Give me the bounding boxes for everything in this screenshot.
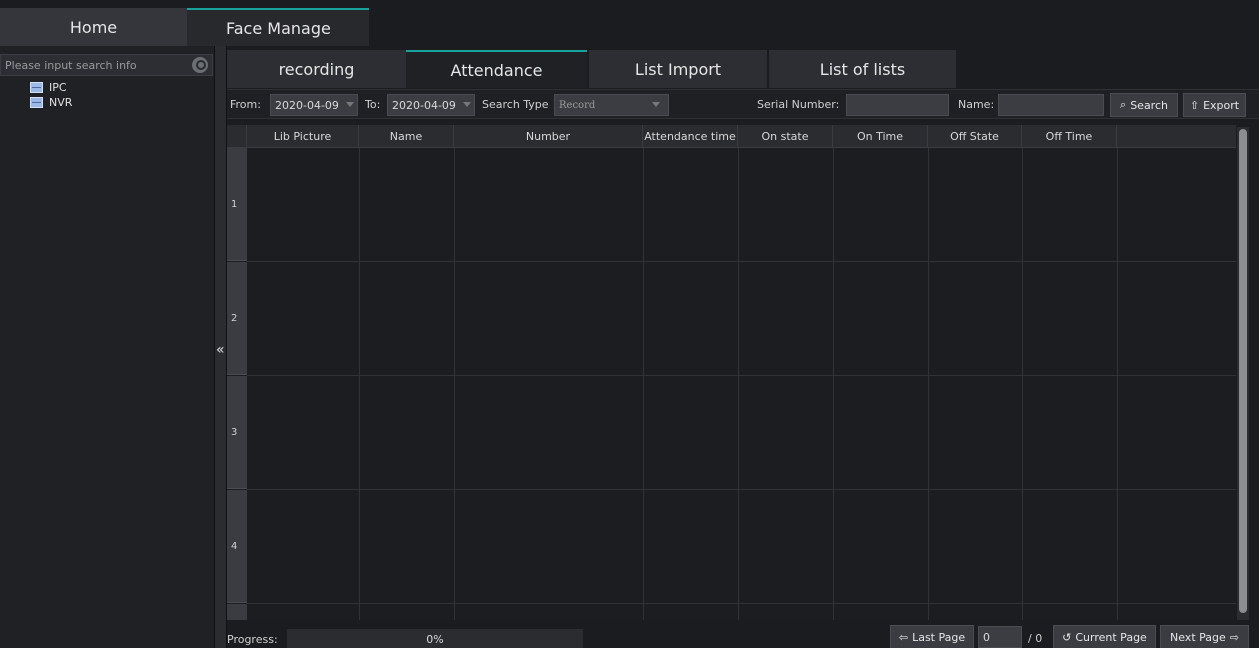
row-number-header (227, 125, 247, 147)
from-date-picker[interactable]: 2020-04-09 (270, 94, 358, 116)
row-divider (247, 603, 1236, 604)
chevron-down-icon (652, 102, 660, 107)
row-number[interactable]: 3 (227, 376, 247, 489)
refresh-icon: ↺ (1062, 630, 1072, 644)
export-button-label: Export (1203, 98, 1240, 112)
column-header[interactable]: Off State (928, 125, 1022, 147)
sidebar-collapse-handle[interactable]: « (215, 46, 227, 648)
table-header: Lib Picture Name Number Attendance time … (227, 125, 1236, 148)
next-page-label: Next Page (1170, 630, 1226, 644)
tab-recording[interactable]: recording (227, 50, 406, 88)
filter-bar: From: 2020-04-09 To: 2020-04-09 Search T… (227, 89, 1259, 119)
row-number[interactable]: 2 (227, 262, 247, 375)
device-sidebar: IPC NVR (0, 46, 215, 648)
pagination-bar: Progress: 0% ⇦ Last Page 0 / 0 ↺ Current… (227, 622, 1259, 648)
tab-home[interactable]: Home (0, 8, 187, 46)
to-label: To: (365, 98, 381, 111)
tree-item-ipc[interactable]: IPC (30, 81, 67, 94)
column-header[interactable]: Name (359, 125, 454, 147)
progress-label: Progress: (227, 633, 278, 646)
name-input[interactable] (998, 94, 1104, 116)
column-header[interactable]: On Time (833, 125, 928, 147)
row-number[interactable]: 1 (227, 148, 247, 261)
row-divider (247, 375, 1236, 376)
arrow-right-icon: ⇨ (1229, 630, 1239, 644)
chevron-down-icon (346, 102, 354, 107)
main-panel: recording Attendance List Import List of… (227, 46, 1259, 648)
sub-tab-bar: recording Attendance List Import List of… (227, 50, 1259, 88)
serial-number-input[interactable] (846, 94, 949, 116)
tab-face-manage[interactable]: Face Manage (187, 8, 369, 46)
scrollbar-thumb[interactable] (1239, 129, 1247, 613)
column-divider (643, 148, 644, 620)
last-page-label: Last Page (912, 630, 966, 644)
total-pages: / 0 (1028, 632, 1043, 645)
column-divider (738, 148, 739, 620)
from-date-value: 2020-04-09 (275, 98, 339, 112)
progress-bar: 0% (287, 629, 583, 648)
table-scrollbar[interactable] (1237, 127, 1249, 620)
page-number-input[interactable]: 0 (978, 626, 1022, 648)
collapse-chevron-icon[interactable]: « (216, 342, 225, 358)
top-tab-bar: Home Face Manage (0, 0, 1259, 46)
column-header[interactable]: Attendance time (643, 125, 738, 147)
name-label: Name: (958, 98, 995, 111)
column-divider (928, 148, 929, 620)
device-icon (30, 97, 43, 108)
current-page-label: Current Page (1075, 630, 1147, 644)
tab-attendance[interactable]: Attendance (406, 50, 587, 88)
to-date-value: 2020-04-09 (392, 98, 456, 112)
device-search-input[interactable] (1, 55, 186, 75)
tab-list-import[interactable]: List Import (589, 50, 767, 88)
chevron-down-icon (463, 102, 471, 107)
row-divider (247, 261, 1236, 262)
column-divider (359, 148, 360, 620)
from-label: From: (230, 98, 261, 111)
sidebar-search (0, 54, 213, 76)
to-date-picker[interactable]: 2020-04-09 (387, 94, 475, 116)
search-type-label: Search Type (482, 98, 549, 111)
column-divider (1022, 148, 1023, 620)
last-page-button[interactable]: ⇦ Last Page (890, 625, 974, 648)
search-button-label: Search (1130, 98, 1168, 112)
column-header[interactable]: Off Time (1022, 125, 1117, 147)
search-type-value: Record (559, 99, 596, 111)
tab-list-of-lists[interactable]: List of lists (769, 50, 956, 88)
row-number[interactable]: 4 (227, 490, 247, 603)
column-header[interactable]: On state (738, 125, 833, 147)
column-divider (833, 148, 834, 620)
export-button[interactable]: ⇧ Export (1183, 93, 1246, 117)
column-divider (1117, 148, 1118, 620)
search-icon[interactable] (192, 57, 208, 73)
attendance-table: Lib Picture Name Number Attendance time … (227, 121, 1236, 620)
serial-number-label: Serial Number: (757, 98, 840, 111)
tree-item-label: NVR (49, 96, 73, 109)
column-header-empty (1117, 125, 1236, 147)
tree-item-nvr[interactable]: NVR (30, 96, 72, 109)
progress-value: 0% (426, 632, 444, 646)
row-divider (247, 489, 1236, 490)
magnifier-icon: ⌕ (1120, 98, 1127, 111)
search-type-select[interactable]: Record (554, 94, 669, 116)
search-button[interactable]: ⌕ Search (1110, 93, 1178, 117)
arrow-left-icon: ⇦ (898, 630, 909, 644)
column-header[interactable]: Number (454, 125, 643, 147)
export-icon: ⇧ (1189, 98, 1200, 112)
row-number (227, 604, 247, 620)
current-page-button[interactable]: ↺ Current Page (1053, 625, 1156, 648)
next-page-button[interactable]: Next Page ⇨ (1160, 625, 1249, 648)
tree-item-label: IPC (49, 81, 67, 94)
column-header[interactable]: Lib Picture (247, 125, 359, 147)
device-icon (30, 82, 43, 93)
column-divider (454, 148, 455, 620)
